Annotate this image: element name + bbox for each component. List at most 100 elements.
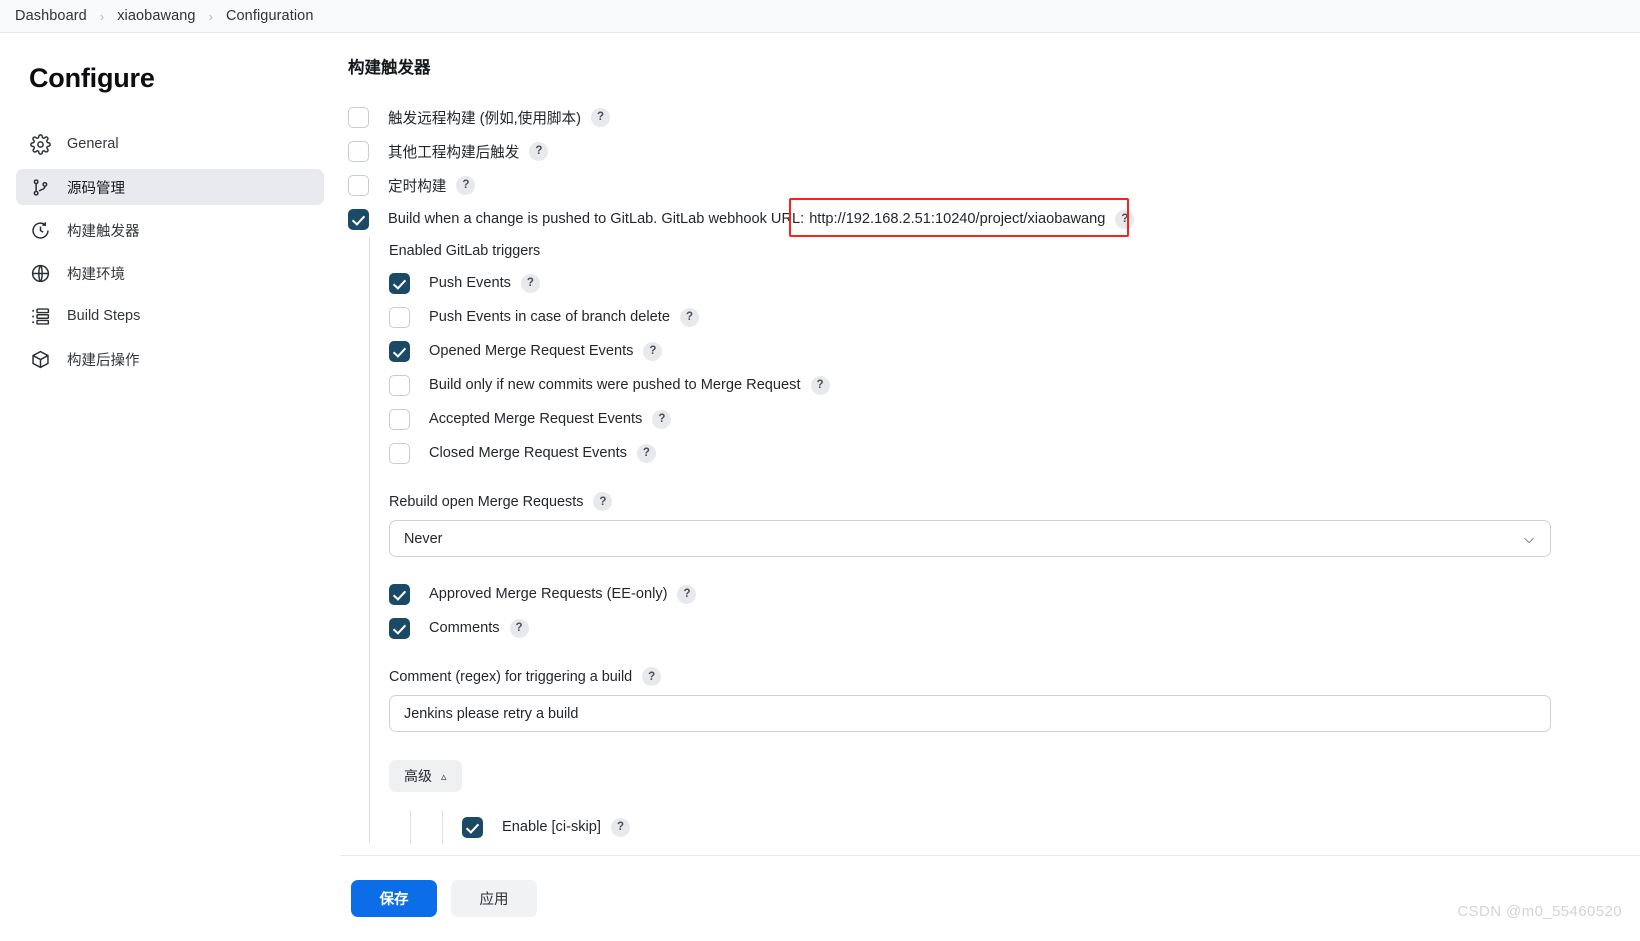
help-icon[interactable]: ? [677, 584, 697, 604]
comment-regex-label: Comment (regex) for triggering a build [389, 668, 633, 685]
help-icon[interactable]: ? [642, 667, 662, 686]
gitlab-trigger-label: Build when a change is pushed to GitLab.… [388, 211, 805, 227]
list-steps-icon [30, 306, 51, 327]
help-icon[interactable]: ? [529, 141, 549, 161]
gitlab-trigger-push-branch-delete: Push Events in case of branch delete ? [389, 300, 1640, 334]
sidebar-item-build-steps[interactable]: Build Steps [16, 298, 324, 334]
save-button[interactable]: 保存 [351, 880, 437, 917]
trigger-label: Accepted Merge Request Events [429, 411, 643, 427]
trigger-label: 触发远程构建 (例如,使用脚本) [388, 110, 581, 127]
help-icon[interactable]: ? [593, 492, 613, 511]
comment-regex-value: Jenkins please retry a build [404, 705, 579, 722]
checkbox-after-other-projects[interactable] [348, 140, 369, 162]
checkbox-push-events[interactable] [389, 272, 410, 294]
branch-icon [30, 177, 51, 198]
checkbox-approved-merge-requests[interactable] [389, 583, 410, 605]
trigger-label: Build only if new commits were pushed to… [429, 377, 801, 393]
help-icon[interactable]: ? [679, 307, 699, 327]
help-icon[interactable]: ? [810, 375, 830, 395]
page-title: Configure [29, 63, 155, 93]
sidebar-item-label: Build Steps [67, 308, 141, 324]
trigger-label: Comments [429, 620, 500, 636]
gitlab-triggers-group: Enabled GitLab triggers Push Events ? Pu… [369, 236, 1640, 844]
sidebar-item-label: General [67, 136, 119, 152]
watermark: CSDN @m0_55460520 [1457, 903, 1622, 920]
advanced-label: 高级 [404, 768, 432, 784]
rebuild-open-mr-label-row: Rebuild open Merge Requests ? [389, 492, 1640, 511]
help-icon[interactable]: ? [643, 341, 663, 361]
comment-regex-input[interactable]: Jenkins please retry a build [389, 695, 1551, 732]
checkbox-remote-build[interactable] [348, 106, 369, 128]
apply-button[interactable]: 应用 [451, 880, 537, 917]
sidebar-item-label: 源码管理 [67, 180, 125, 197]
sidebar-item-build-triggers[interactable]: 构建触发器 [16, 212, 324, 248]
breadcrumb-separator-icon: › [99, 8, 105, 24]
checkbox-closed-merge-request[interactable] [389, 442, 410, 464]
section-title: 构建触发器 [348, 59, 431, 77]
trigger-row-remote-build: 触发远程构建 (例如,使用脚本) ? [348, 100, 1640, 134]
breadcrumb-item-xiaobawang[interactable]: xiaobawang [117, 8, 195, 24]
checkbox-opened-merge-request[interactable] [389, 340, 410, 362]
checkbox-scheduled-build[interactable] [348, 174, 369, 196]
action-bar: 保存 应用 [340, 855, 1640, 941]
gitlab-trigger-closed-mr: Closed Merge Request Events ? [389, 436, 1640, 470]
rebuild-open-mr-label: Rebuild open Merge Requests [389, 493, 584, 510]
chevron-up-icon: ▵ [441, 770, 447, 783]
checkbox-enable-ci-skip[interactable] [462, 816, 483, 838]
trigger-options: 触发远程构建 (例如,使用脚本) ? 其他工程构建后触发 ? 定时构建 ? Bu… [348, 100, 1640, 844]
trigger-row-after-other-projects: 其他工程构建后触发 ? [348, 134, 1640, 168]
breadcrumb: Dashboard › xiaobawang › Configuration [0, 0, 1640, 33]
help-icon[interactable]: ? [1115, 209, 1135, 229]
breadcrumb-item-configuration[interactable]: Configuration [226, 8, 314, 24]
checkbox-comments[interactable] [389, 617, 410, 639]
help-icon[interactable]: ? [456, 175, 476, 195]
gitlab-trigger-accepted-mr: Accepted Merge Request Events ? [389, 402, 1640, 436]
advanced-section-inner: Enable [ci-skip] ? [442, 810, 1640, 844]
advanced-toggle-button[interactable]: 高级 ▵ [389, 760, 462, 792]
help-icon[interactable]: ? [520, 273, 540, 293]
help-icon[interactable]: ? [610, 817, 630, 837]
trigger-row-gitlab-webhook: Build when a change is pushed to GitLab.… [348, 202, 1640, 236]
globe-icon [30, 263, 51, 284]
chevron-down-icon: ⌵ [1524, 530, 1534, 546]
rebuild-open-mr-select[interactable]: Never ⌵ [389, 520, 1551, 557]
main-content: 构建触发器 触发远程构建 (例如,使用脚本) ? 其他工程构建后触发 ? 定时构… [340, 33, 1640, 941]
breadcrumb-separator-icon: › [208, 8, 213, 24]
sidebar-item-label: 构建环境 [67, 266, 125, 283]
sidebar-item-build-environment[interactable]: 构建环境 [16, 255, 324, 291]
gitlab-trigger-opened-mr: Opened Merge Request Events ? [389, 334, 1640, 368]
gitlab-trigger-approved-mr: Approved Merge Requests (EE-only) ? [389, 577, 1640, 611]
trigger-label: 定时构建 [388, 178, 447, 195]
checkbox-accepted-merge-request[interactable] [389, 408, 410, 430]
help-icon[interactable]: ? [652, 409, 672, 429]
help-icon[interactable]: ? [509, 618, 529, 638]
comment-regex-label-row: Comment (regex) for triggering a build ? [389, 667, 1640, 686]
sidebar-item-label: 构建触发器 [67, 223, 140, 240]
advanced-section: Enable [ci-skip] ? [410, 810, 1640, 844]
trigger-row-scheduled-build: 定时构建 ? [348, 168, 1640, 202]
checkbox-only-new-commits[interactable] [389, 374, 410, 396]
jenkins-configure-page: Dashboard › xiaobawang › Configuration C… [0, 0, 1640, 941]
sidebar-item-post-build-actions[interactable]: 构建后操作 [16, 341, 324, 377]
sidebar-item-general[interactable]: General [16, 126, 324, 162]
gitlab-group-title: Enabled GitLab triggers [389, 243, 541, 259]
checkbox-gitlab-webhook[interactable] [348, 208, 369, 230]
help-icon[interactable]: ? [636, 443, 656, 463]
package-icon [30, 349, 51, 370]
trigger-label: Opened Merge Request Events [429, 343, 634, 359]
gitlab-trigger-only-new-commits: Build only if new commits were pushed to… [389, 368, 1640, 402]
gear-icon [30, 133, 51, 155]
trigger-label: Push Events [429, 275, 511, 291]
sidebar-item-label: 构建后操作 [67, 352, 140, 369]
trigger-label: 其他工程构建后触发 [388, 144, 520, 161]
sidebar-nav: General 源码管理 构建触发器 构建环境 Build Steps 构建后操… [0, 126, 340, 377]
help-icon[interactable]: ? [590, 107, 610, 127]
trigger-label: Enable [ci-skip] [502, 819, 601, 835]
gitlab-trigger-comments: Comments ? [389, 611, 1640, 645]
checkbox-push-branch-delete[interactable] [389, 306, 410, 328]
breadcrumb-item-dashboard[interactable]: Dashboard [15, 8, 87, 24]
rebuild-open-mr-value: Never [404, 530, 443, 547]
trigger-label: Push Events in case of branch delete [429, 309, 670, 325]
sidebar-item-source-code-management[interactable]: 源码管理 [16, 169, 324, 205]
trigger-label: Closed Merge Request Events [429, 445, 627, 461]
